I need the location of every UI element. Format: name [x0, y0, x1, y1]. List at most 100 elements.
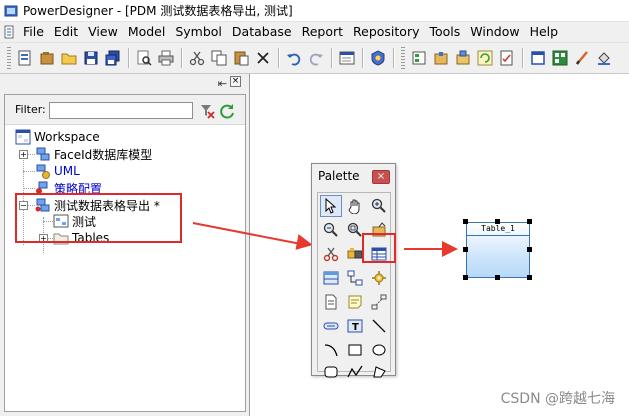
link-tool-icon[interactable] [368, 291, 390, 313]
menu-file[interactable]: File [18, 22, 49, 42]
powerdesigner-app-icon [4, 4, 18, 18]
properties-icon[interactable] [337, 48, 357, 68]
filter-row: Filter: [5, 95, 245, 125]
selection-handle[interactable] [463, 275, 468, 280]
grabber-icon[interactable] [344, 195, 366, 217]
tree-connector [23, 171, 35, 172]
paste-icon[interactable] [231, 48, 251, 68]
palette-close-button[interactable]: × [372, 170, 390, 184]
tree-node-uml[interactable]: UML [35, 163, 80, 179]
open-icon[interactable] [37, 48, 57, 68]
ellipse-tool-icon[interactable] [368, 339, 390, 361]
menu-tools[interactable]: Tools [424, 22, 465, 42]
palette-icon[interactable] [550, 48, 570, 68]
polyline-icon[interactable] [344, 361, 366, 383]
highlight-table-tool-box [362, 233, 396, 263]
link-shape-icon[interactable] [320, 315, 342, 337]
rectangle-tool-icon[interactable] [344, 339, 366, 361]
selection-handle[interactable] [527, 275, 532, 280]
pen-icon[interactable] [572, 48, 592, 68]
tree-node-faceid-model[interactable]: FaceId数据库模型 [35, 146, 152, 162]
selection-handle[interactable] [495, 275, 500, 280]
toolbar-grip[interactable] [401, 47, 405, 69]
toolbar-separator [331, 48, 332, 68]
toolbar-separator [362, 48, 363, 68]
zoom-in-icon[interactable] [368, 195, 390, 217]
generate-icon[interactable] [453, 48, 473, 68]
menu-model[interactable]: Model [123, 22, 171, 42]
pin-icon[interactable]: ⇤ [218, 77, 227, 90]
menu-window[interactable]: Window [465, 22, 524, 42]
package-icon[interactable] [431, 48, 451, 68]
save-icon[interactable] [81, 48, 101, 68]
svg-text:T: T [352, 322, 359, 333]
text-tool-icon[interactable]: T [344, 315, 366, 337]
folder-icon[interactable] [59, 48, 79, 68]
browser-icon[interactable] [409, 48, 429, 68]
watermark: CSDN @跨越七海 [500, 391, 615, 407]
pointer-icon[interactable] [320, 195, 342, 217]
arc-tool-icon[interactable] [320, 339, 342, 361]
title-bar: PowerDesigner - [PDM 测试数据表格导出, 测试] [0, 0, 629, 22]
browser-close-icon[interactable]: × [230, 76, 241, 87]
new-model-icon[interactable] [15, 48, 35, 68]
line-tool-icon[interactable] [368, 315, 390, 337]
toolbar-separator [128, 48, 129, 68]
file-tool-icon[interactable] [320, 291, 342, 313]
toolbar-separator [181, 48, 182, 68]
highlight-tree-box [15, 193, 182, 243]
menu-report[interactable]: Report [297, 22, 348, 42]
tree-label: FaceId数据库模型 [54, 147, 153, 162]
toolbar-separator [393, 48, 394, 68]
menu-repository[interactable]: Repository [348, 22, 424, 42]
filter-label: Filter: [15, 103, 46, 116]
undo-icon[interactable] [284, 48, 304, 68]
selection-handle[interactable] [463, 247, 468, 252]
refresh-icon[interactable] [219, 103, 235, 119]
view-tool-icon[interactable] [320, 267, 342, 289]
procedure-tool-icon[interactable] [368, 267, 390, 289]
print-preview-icon[interactable] [134, 48, 154, 68]
main-toolbar [0, 42, 629, 74]
rounded-rect-icon[interactable] [320, 361, 342, 383]
browser-tree-container: Filter: Workspace + FaceId数据库模型 UML 策略配置… [4, 94, 246, 412]
check-model-icon[interactable] [368, 48, 388, 68]
selection-handle[interactable] [527, 219, 532, 224]
toolbar-separator [522, 48, 523, 68]
menu-help[interactable]: Help [525, 22, 564, 42]
refresh-model-icon[interactable] [475, 48, 495, 68]
print-icon[interactable] [156, 48, 176, 68]
filter-input[interactable] [49, 102, 193, 119]
table-symbol[interactable]: Table_1 [466, 222, 530, 278]
browser-header: ⇤ × [0, 74, 249, 92]
delete-icon[interactable] [253, 48, 273, 68]
cut-tool-icon[interactable] [320, 243, 342, 265]
save-all-icon[interactable] [103, 48, 123, 68]
tree-connector [28, 154, 35, 155]
menu-database[interactable]: Database [227, 22, 297, 42]
expand-faceid-icon[interactable]: + [19, 150, 28, 159]
redo-icon[interactable] [306, 48, 326, 68]
menu-grip-icon [4, 25, 14, 39]
zoom-out-icon[interactable] [320, 219, 342, 241]
workspace-icon [15, 129, 31, 145]
note-tool-icon[interactable] [344, 291, 366, 313]
report-icon[interactable] [497, 48, 517, 68]
polygon-icon[interactable] [368, 361, 390, 383]
clear-filter-icon[interactable] [199, 103, 215, 119]
menu-symbol[interactable]: Symbol [170, 22, 227, 42]
fill-icon[interactable] [594, 48, 614, 68]
window-icon[interactable] [528, 48, 548, 68]
tree-node-workspace[interactable]: Workspace [15, 129, 100, 145]
toolbar-grip[interactable] [7, 47, 11, 69]
reference-tool-icon[interactable] [344, 267, 366, 289]
selection-handle[interactable] [463, 219, 468, 224]
menu-edit[interactable]: Edit [49, 22, 83, 42]
cut-icon[interactable] [187, 48, 207, 68]
selection-handle[interactable] [527, 247, 532, 252]
copy-icon[interactable] [209, 48, 229, 68]
selection-handle[interactable] [495, 219, 500, 224]
menu-view[interactable]: View [83, 22, 123, 42]
palette-tool-grid: T [317, 192, 391, 378]
tree-connector [23, 188, 35, 189]
